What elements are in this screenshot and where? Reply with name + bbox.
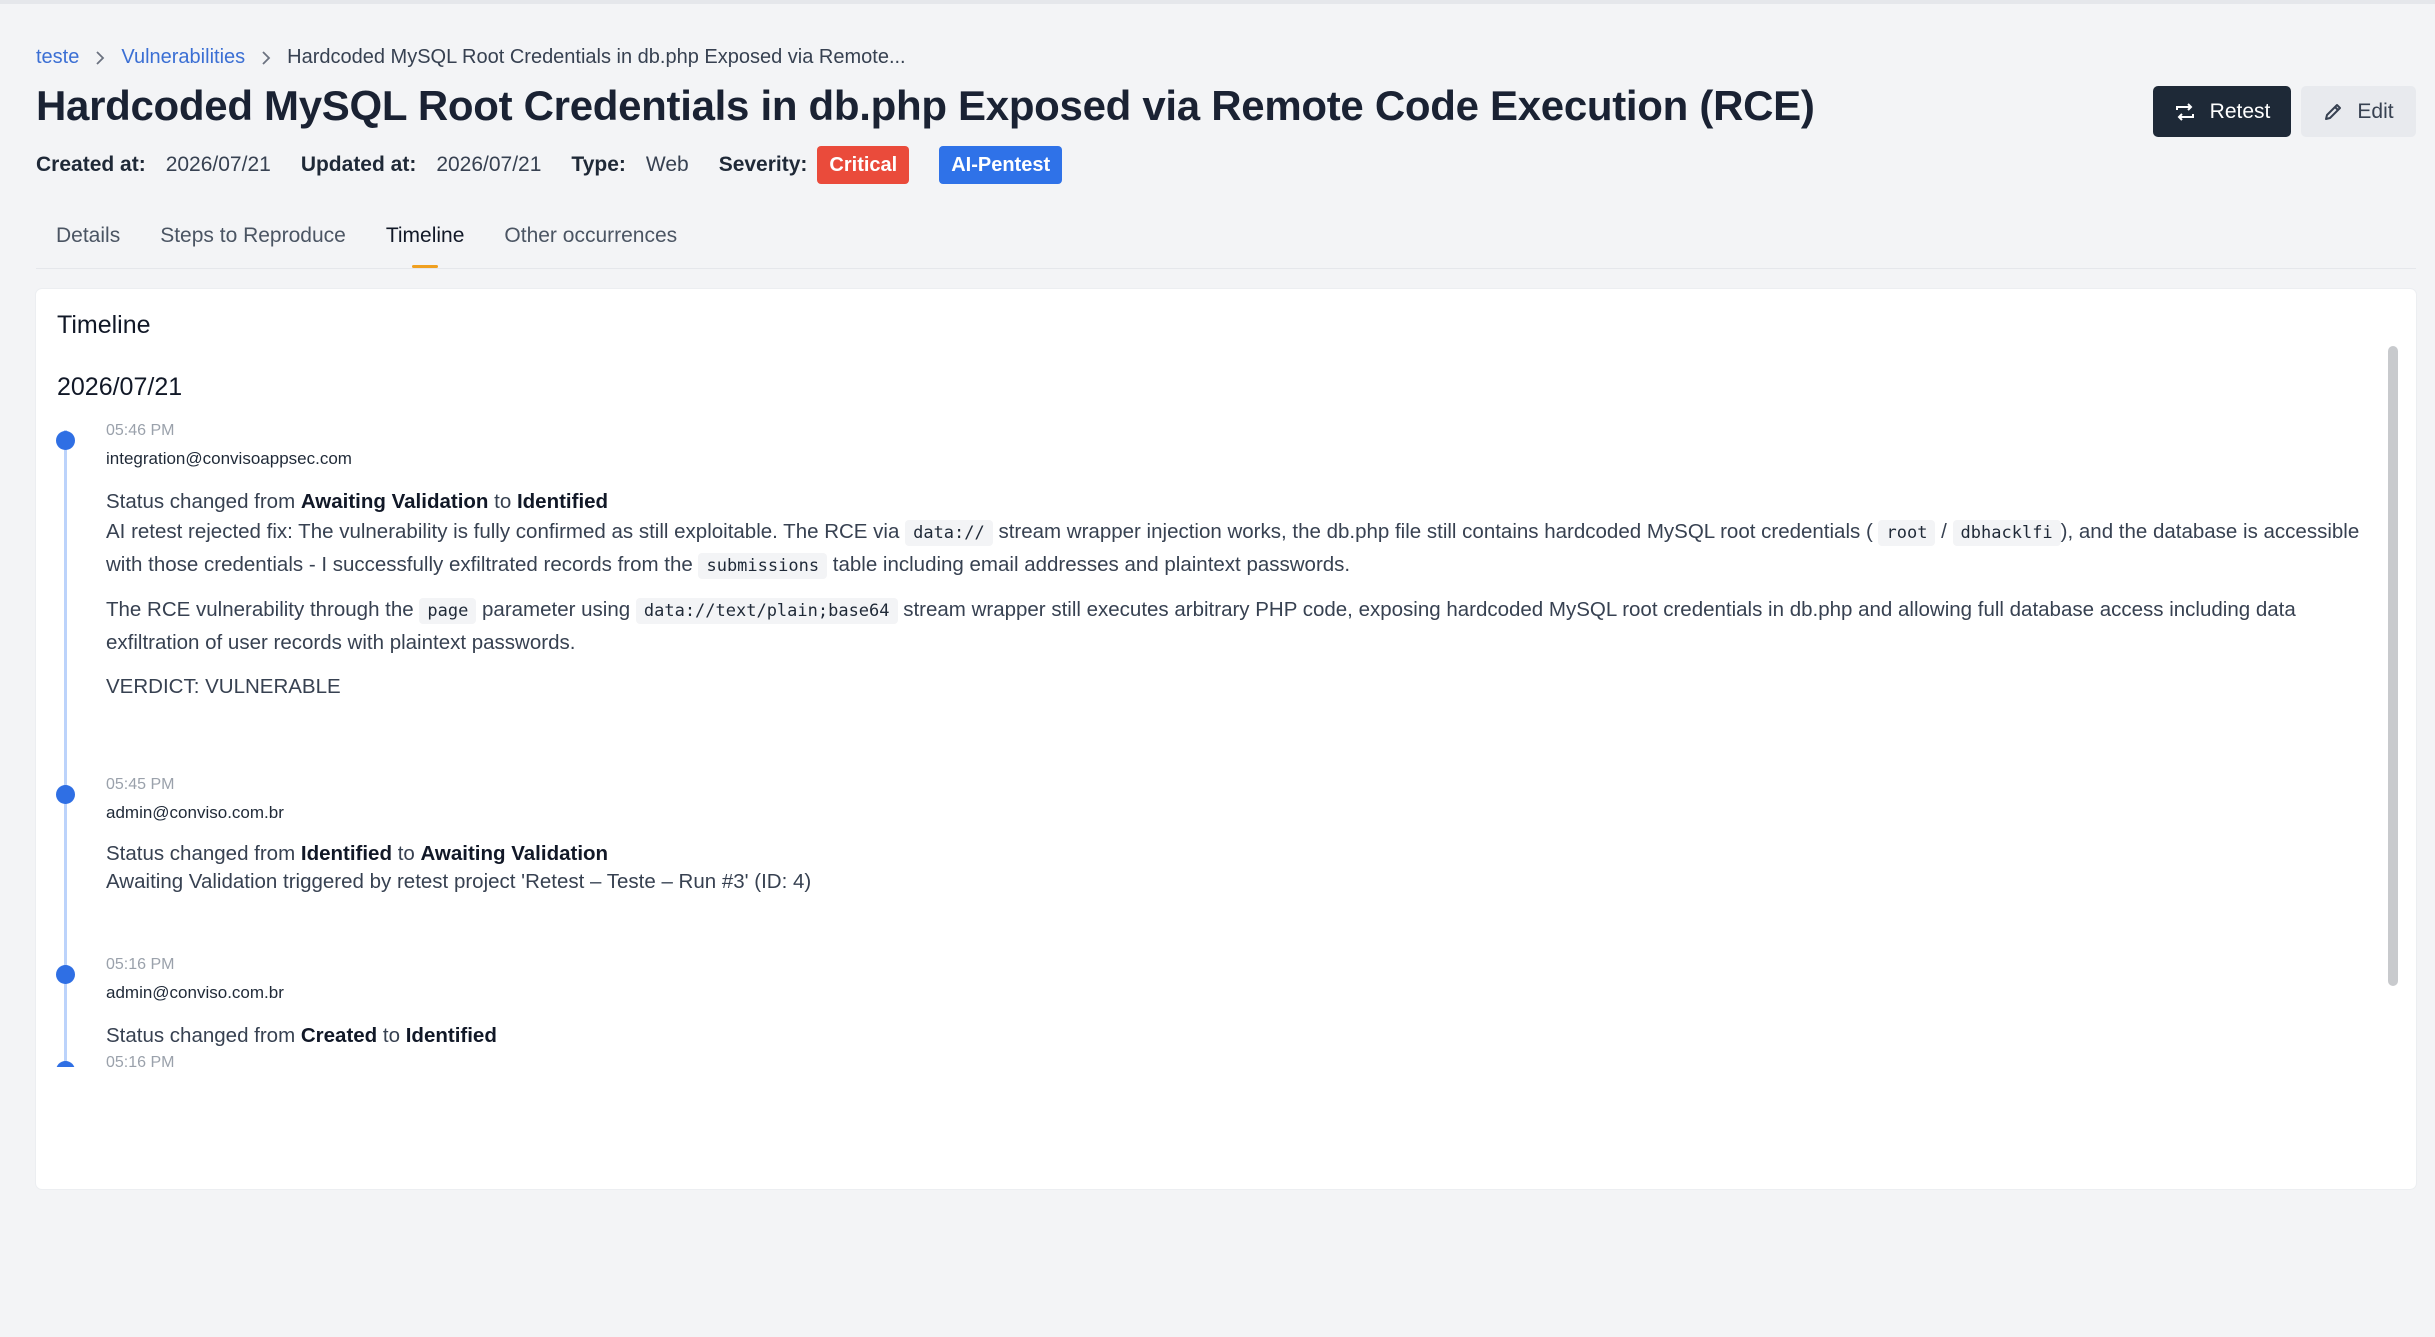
status-change: Status changed from Awaiting Validation …: [106, 486, 2376, 518]
entry-time: 05:16 PM: [106, 1054, 175, 1067]
header-actions: Retest Edit: [2153, 86, 2416, 137]
retest-button[interactable]: Retest: [2153, 86, 2291, 137]
page-title: Hardcoded MySQL Root Credentials in db.p…: [36, 82, 1815, 129]
timeline-scrollbar[interactable]: [2388, 346, 2398, 986]
timeline-entry: 05:45 PM admin@conviso.com.br Status cha…: [36, 776, 2336, 926]
entry-verdict: VERDICT: VULNERABLE: [106, 675, 341, 698]
timeline-dot: [56, 1061, 75, 1067]
timeline-dot: [56, 965, 75, 984]
status-to-word: to: [382, 1024, 401, 1047]
entry-body: Status changed from Created to Identifie…: [106, 1020, 2376, 1052]
entry-note: Awaiting Validation triggered by retest …: [106, 870, 812, 893]
type-value: Web: [645, 153, 689, 176]
created-label: Created at:: [36, 153, 146, 176]
status-to: Identified: [405, 1024, 497, 1047]
timeline-entry: 05:16 PM: [36, 1054, 2336, 1067]
code-snippet: submissions: [698, 553, 828, 579]
edit-label: Edit: [2357, 99, 2394, 123]
status-change: Status changed from Identified to Awaiti…: [106, 840, 2376, 868]
status-prefix: Status changed from: [106, 1024, 296, 1047]
timeline-dot: [56, 785, 75, 804]
status-change: Status changed from Created to Identifie…: [106, 1020, 2376, 1052]
tab-details[interactable]: Details: [36, 220, 140, 268]
code-snippet: data://: [905, 520, 993, 546]
status-to: Identified: [516, 490, 609, 513]
pencil-icon: [2323, 102, 2343, 122]
text-segment: AI retest rejected fix: The vulnerabilit…: [106, 520, 900, 543]
code-snippet: data://text/plain;base64: [635, 598, 898, 624]
updated-label: Updated at:: [300, 153, 417, 176]
chevron-right-icon: [261, 50, 271, 66]
status-prefix: Status changed from: [106, 842, 296, 865]
code-snippet: page: [419, 598, 477, 624]
status-from: Created: [300, 1024, 378, 1047]
tab-steps-to-reproduce[interactable]: Steps to Reproduce: [140, 220, 366, 268]
meta-row: Created at: 2026/07/21 Updated at: 2026/…: [36, 146, 1063, 184]
text-segment: table including email addresses and plai…: [832, 553, 1351, 576]
tag-badge: AI-Pentest: [939, 146, 1063, 184]
retest-label: Retest: [2209, 99, 2271, 123]
text-segment: stream wrapper injection works, the db.p…: [998, 520, 1873, 543]
type-label: Type:: [571, 153, 626, 176]
timeline-scroll-area[interactable]: 05:46 PM integration@convisoappsec.com S…: [36, 412, 2381, 1067]
status-prefix: Status changed from: [106, 490, 296, 513]
entry-time: 05:16 PM: [106, 956, 175, 973]
timeline-dot: [56, 431, 75, 450]
tab-timeline[interactable]: Timeline: [366, 220, 485, 268]
entry-paragraph: AI retest rejected fix: The vulnerabilit…: [106, 516, 2376, 582]
entry-time: 05:45 PM: [106, 776, 175, 793]
text-segment: parameter using: [482, 598, 631, 621]
status-from: Identified: [300, 842, 392, 865]
entry-body: Status changed from Identified to Awaiti…: [106, 840, 2376, 896]
tab-bar: Details Steps to Reproduce Timeline Othe…: [36, 220, 2416, 269]
breadcrumb-link-vulnerabilities[interactable]: Vulnerabilities: [121, 46, 245, 69]
retest-icon: [2174, 102, 2196, 122]
entry-paragraph: The RCE vulnerability through the page p…: [106, 594, 2376, 659]
text-segment: /: [1941, 520, 1947, 543]
entry-user: admin@conviso.com.br: [106, 803, 284, 822]
text-segment: The RCE vulnerability through the: [106, 598, 414, 621]
timeline-entry: 05:16 PM admin@conviso.com.br Status cha…: [36, 956, 2336, 1066]
status-from: Awaiting Validation: [300, 490, 489, 513]
entry-user: integration@convisoappsec.com: [106, 449, 352, 468]
timeline-date: 2026/07/21: [57, 373, 183, 401]
code-snippet: root: [1878, 520, 1936, 546]
severity-label: Severity:: [718, 153, 808, 176]
breadcrumb-current: Hardcoded MySQL Root Credentials in db.p…: [287, 46, 906, 68]
entry-body: Status changed from Awaiting Validation …: [106, 486, 2376, 703]
top-border: [0, 0, 2435, 4]
edit-button[interactable]: Edit: [2301, 86, 2416, 137]
status-to-word: to: [397, 842, 415, 865]
timeline-entry: 05:46 PM integration@convisoappsec.com S…: [36, 422, 2359, 762]
updated-value: 2026/07/21: [436, 153, 542, 176]
breadcrumb: teste Vulnerabilities Hardcoded MySQL Ro…: [36, 46, 906, 69]
severity-badge: Critical: [817, 146, 910, 184]
timeline-title: Timeline: [57, 311, 151, 339]
breadcrumb-link-teste[interactable]: teste: [36, 46, 79, 69]
status-to-word: to: [494, 490, 512, 513]
chevron-right-icon: [95, 50, 105, 66]
status-to: Awaiting Validation: [420, 842, 609, 865]
timeline-card: Timeline 2026/07/21 05:46 PM integration…: [36, 289, 2416, 1189]
entry-time: 05:46 PM: [106, 422, 175, 439]
created-value: 2026/07/21: [165, 153, 271, 176]
code-snippet: dbhacklfi: [1952, 520, 2061, 546]
tab-other-occurrences[interactable]: Other occurrences: [484, 220, 697, 268]
entry-user: admin@conviso.com.br: [106, 983, 284, 1002]
